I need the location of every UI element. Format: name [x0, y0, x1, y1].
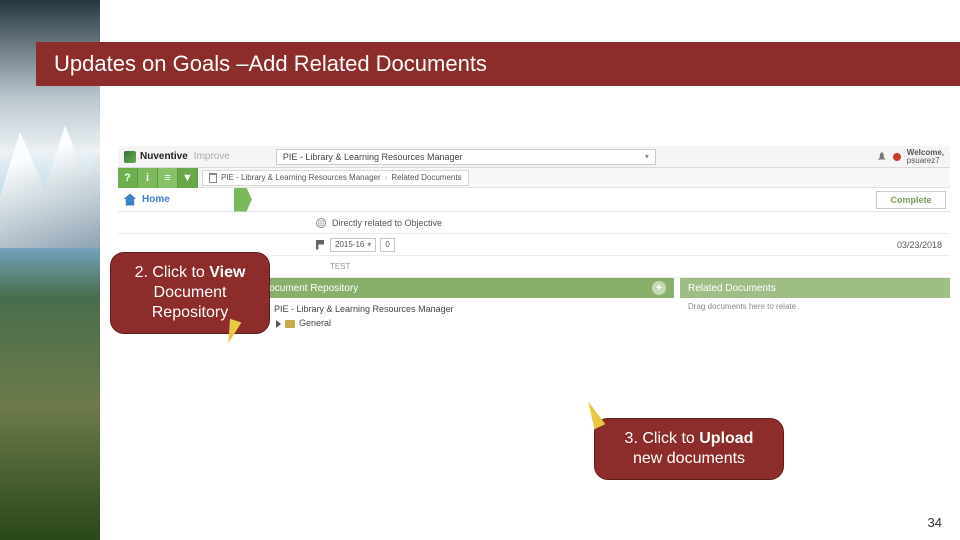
callout-3a: 3. Click to — [625, 430, 700, 447]
notification-badge — [893, 153, 901, 161]
callout-3b: Upload — [699, 430, 753, 447]
home-label[interactable]: Home — [142, 194, 170, 205]
slide-title-banner: Updates on Goals – Add Related Documents — [36, 42, 960, 86]
test-label: TEST — [330, 262, 350, 271]
related-documents-title: Related Documents — [688, 283, 776, 294]
callout-2b: View — [209, 264, 245, 281]
collapse-icon[interactable] — [276, 320, 281, 328]
related-documents-panel: Related Documents Drag documents here to… — [680, 278, 950, 335]
app-home-row: Home Complete — [118, 188, 950, 212]
complete-button[interactable]: Complete — [876, 191, 946, 209]
count-pill[interactable]: 0 — [380, 238, 394, 252]
department-dropdown[interactable]: PIE - Library & Learning Resources Manag… — [276, 149, 656, 165]
document-repository-panel: Document Repository + PIE - Library & Le… — [254, 278, 674, 335]
callout-3c: new documents — [633, 450, 745, 467]
chevron-down-icon: ▾ — [645, 152, 649, 161]
flag-icon — [316, 240, 324, 250]
year-pill[interactable]: 2015-16 ▾ — [330, 238, 376, 252]
objective-row: ◎ Directly related to Objective — [118, 212, 950, 234]
department-dropdown-value: PIE - Library & Learning Resources Manag… — [283, 152, 463, 162]
breadcrumb-b: Related Documents — [391, 173, 461, 182]
tree-child-node[interactable]: General — [262, 316, 666, 330]
callout-step-2: 2. Click to View Document Repository — [110, 252, 270, 334]
breadcrumb-a: PIE - Library & Learning Resources Manag… — [221, 173, 381, 182]
app-top-bar: Nuventive Improve PIE - Library & Learni… — [118, 146, 950, 168]
tree-root-label: PIE - Library & Learning Resources Manag… — [274, 302, 454, 316]
callout-step-3: 3. Click to Upload new documents — [594, 418, 784, 480]
objective-label: Directly related to Objective — [332, 218, 442, 228]
app-brand: Nuventive Improve — [118, 151, 236, 163]
document-repository-title: Document Repository — [262, 283, 358, 294]
year-value: 2015-16 — [335, 240, 364, 249]
brand-logo-icon — [124, 151, 136, 163]
toolbar-info-button[interactable]: i — [138, 168, 158, 188]
folder-icon — [285, 320, 295, 328]
upload-document-button[interactable]: + — [652, 281, 666, 295]
user-welcome-area: Welcome, psuarez7 — [877, 149, 950, 165]
toolbar-help-button[interactable]: ? — [118, 168, 138, 188]
tree-root-node[interactable]: PIE - Library & Learning Resources Manag… — [262, 302, 666, 316]
callout-2c: Document Repository — [152, 284, 228, 321]
document-icon — [209, 173, 217, 183]
repository-tree: PIE - Library & Learning Resources Manag… — [254, 298, 674, 335]
brand-product: Improve — [194, 151, 230, 162]
document-repository-header: Document Repository + — [254, 278, 674, 298]
home-icon[interactable] — [124, 194, 136, 206]
app-icon-bar: ? i ≡ ▼ PIE - Library & Learning Resourc… — [118, 168, 950, 188]
chevron-down-icon: ▾ — [367, 240, 371, 249]
callout-3-arrow — [583, 399, 606, 429]
welcome-text[interactable]: Welcome, psuarez7 — [907, 149, 944, 165]
slide-title-text-a: Updates on Goals – — [54, 51, 248, 77]
notification-bell-icon[interactable] — [877, 152, 887, 162]
page-number: 34 — [928, 515, 942, 530]
target-icon: ◎ — [316, 218, 326, 228]
callout-2a: 2. Click to — [135, 264, 210, 281]
related-documents-header: Related Documents — [680, 278, 950, 298]
mountain-shape — [0, 119, 100, 249]
welcome-username: psuarez7 — [907, 157, 944, 165]
chevron-right-icon: › — [385, 173, 388, 182]
date-label: 03/23/2018 — [897, 240, 942, 250]
toolbar-menu-button[interactable]: ≡ — [158, 168, 178, 188]
related-documents-hint: Drag documents here to relate — [680, 298, 950, 315]
green-pointer-tab[interactable] — [234, 188, 252, 212]
slide-title-text-b: Add Related Documents — [248, 51, 486, 77]
brand-name: Nuventive — [140, 151, 188, 162]
toolbar-filter-button[interactable]: ▼ — [178, 168, 198, 188]
breadcrumb[interactable]: PIE - Library & Learning Resources Manag… — [202, 170, 469, 186]
tree-child-label: General — [299, 316, 331, 330]
